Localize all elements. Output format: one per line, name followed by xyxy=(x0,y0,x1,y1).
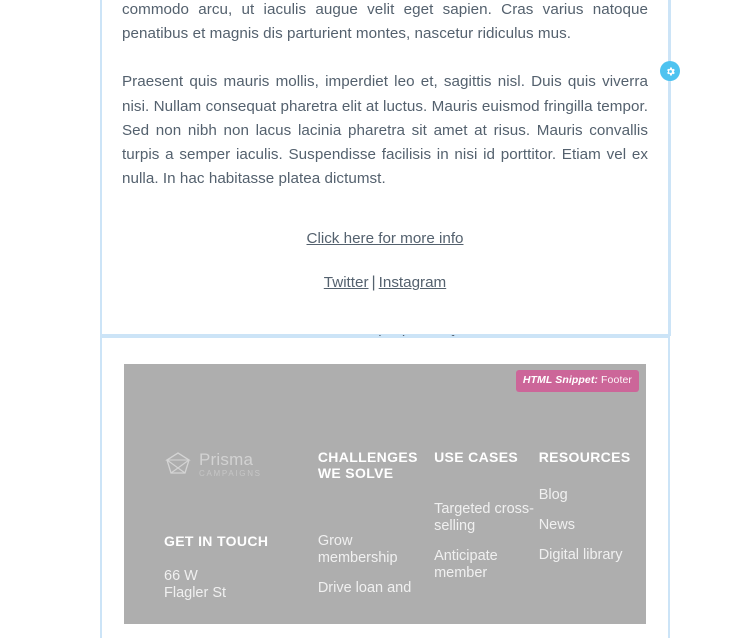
footer-html-snippet[interactable]: HTML Snippet: Footer Prisma CAMPAIGNS GE… xyxy=(124,364,646,624)
footer-heading-resources: RESOURCES xyxy=(538,449,631,465)
social-separator: | xyxy=(371,274,376,292)
instagram-link[interactable]: Instagram xyxy=(379,274,447,291)
brand-name: Prisma xyxy=(199,449,254,469)
paragraph-1: commodo arcu, ut iaculis augue velit ege… xyxy=(122,1,648,43)
footer-link-digital-library[interactable]: Digital library xyxy=(539,547,646,564)
footer-address-line-2: Flagler St xyxy=(164,584,227,601)
snippet-type-badge: HTML Snippet: Footer xyxy=(515,370,639,392)
brand-lockup: Prisma CAMPAIGNS xyxy=(164,450,318,478)
footer-block[interactable]: HTML Snippet: Footer Prisma CAMPAIGNS GE… xyxy=(100,338,670,638)
brand-text: Prisma CAMPAIGNS xyxy=(199,451,262,478)
footer-heading-use-cases: USE CASES xyxy=(434,449,519,465)
twitter-link[interactable]: Twitter xyxy=(324,274,369,291)
brand-subtitle: CAMPAIGNS xyxy=(199,468,262,478)
footer-link-grow-membership[interactable]: Grow membership xyxy=(318,533,434,567)
snippet-badge-suffix: Footer xyxy=(601,374,632,386)
footer-link-anticipate-member[interactable]: Anticipate member xyxy=(434,548,539,582)
cta-link-row: Click here for more info xyxy=(122,228,648,250)
social-link-row: Twitter | Instagram xyxy=(122,272,648,294)
footer-column-contact: Prisma CAMPAIGNS GET IN TOUCH 66 W Flagl… xyxy=(164,450,318,610)
block-right-rail xyxy=(669,0,671,336)
more-info-link[interactable]: Click here for more info xyxy=(307,230,464,247)
footer-link-drive-loan[interactable]: Drive loan and xyxy=(318,580,434,597)
email-editor-canvas: commodo arcu, ut iaculis augue velit ege… xyxy=(0,0,753,638)
footer-column-resources: RESOURCES Blog News Digital library xyxy=(538,449,646,610)
content-block-inner: commodo arcu, ut iaculis augue velit ege… xyxy=(102,0,668,353)
paragraph-2: Praesent quis mauris mollis, imperdiet l… xyxy=(122,73,648,188)
footer-address-line-1: 66 W xyxy=(164,567,198,584)
footer-heading-contact: GET IN TOUCH xyxy=(164,533,269,549)
footer-link-news[interactable]: News xyxy=(539,517,646,534)
footer-columns: Prisma CAMPAIGNS GET IN TOUCH 66 W Flagl… xyxy=(124,449,646,610)
content-block[interactable]: commodo arcu, ut iaculis augue velit ege… xyxy=(100,0,670,350)
footer-heading-challenges: CHALLENGES WE SOLVE xyxy=(317,449,418,481)
footer-column-use-cases: USE CASES Targeted cross-selling Anticip… xyxy=(434,449,539,610)
footer-link-targeted-cross-selling[interactable]: Targeted cross-selling xyxy=(434,501,539,535)
snippet-badge-prefix: HTML Snippet: xyxy=(522,374,599,386)
footer-column-challenges: CHALLENGES WE SOLVE Grow membership Driv… xyxy=(317,449,434,610)
gear-icon[interactable] xyxy=(660,61,680,81)
prisma-diamond-logo-icon xyxy=(164,450,192,478)
footer-link-blog[interactable]: Blog xyxy=(539,487,646,504)
